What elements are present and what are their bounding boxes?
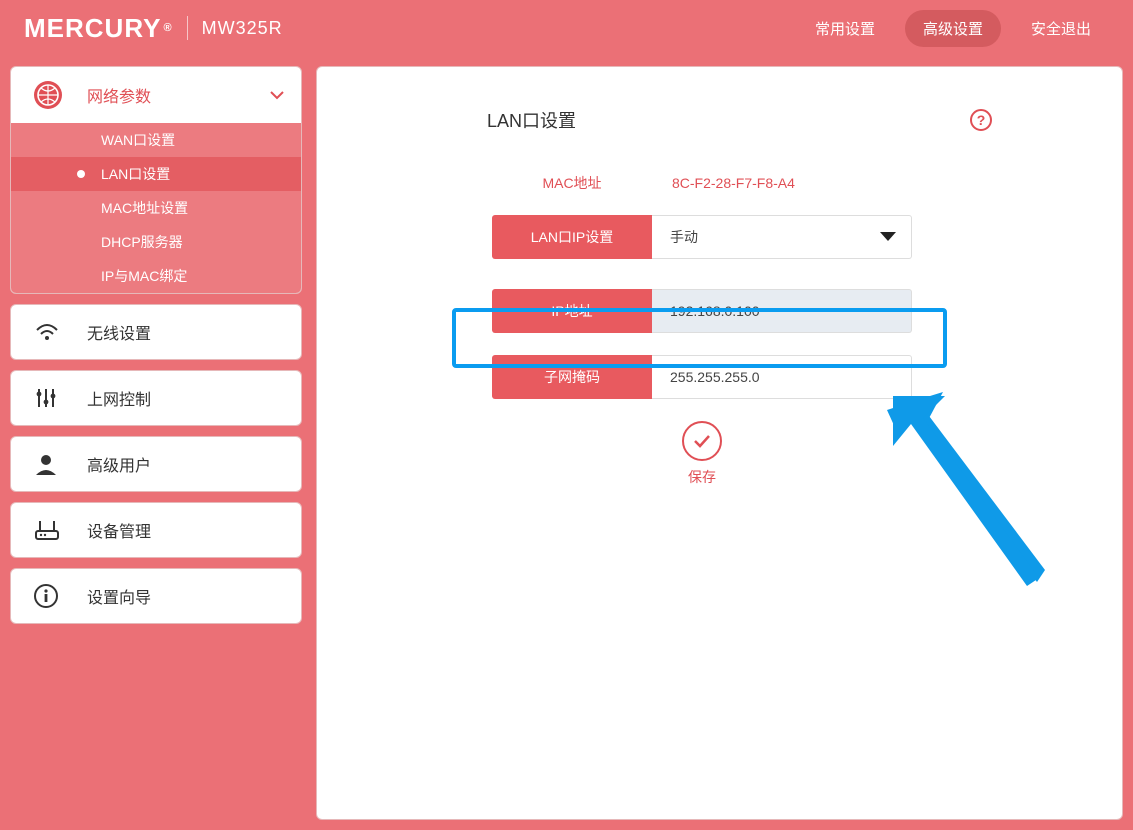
sidebar-sub-wan[interactable]: WAN口设置 (11, 123, 301, 157)
brand-text: MERCURY (24, 13, 161, 44)
save-label: 保存 (492, 467, 912, 487)
sidebar-sub-ipmac[interactable]: IP与MAC绑定 (11, 259, 301, 293)
sidebar-sub-dhcp[interactable]: DHCP服务器 (11, 225, 301, 259)
page-title: LAN口设置 (487, 107, 576, 133)
main-panel: LAN口设置 ? MAC地址 8C-F2-28-F7-F8-A4 LAN口IP设… (316, 66, 1123, 820)
sidebar-item-advanced-user[interactable]: 高级用户 (10, 436, 302, 492)
mac-label: MAC地址 (492, 173, 652, 193)
sidebar-item-wizard[interactable]: 设置向导 (10, 568, 302, 624)
sidebar-item-label: 高级用户 (87, 452, 151, 476)
ip-address-label: IP地址 (492, 289, 652, 333)
wifi-icon (33, 318, 69, 346)
lan-ip-setting-label: LAN口IP设置 (492, 215, 652, 259)
ip-address-field: IP地址 (492, 289, 912, 333)
chevron-down-icon (267, 85, 287, 105)
top-nav: 常用设置 高级设置 安全退出 (797, 10, 1109, 47)
sidebar-section-network: 网络参数 WAN口设置 LAN口设置 MAC地址设置 DHCP服务器 IP与MA… (10, 66, 302, 294)
globe-icon (33, 80, 69, 110)
caret-down-icon (879, 231, 897, 243)
user-icon (33, 451, 69, 477)
brand-logo: MERCURY® (24, 13, 173, 44)
subnet-field: 子网掩码 (492, 355, 912, 399)
subnet-input-wrap (652, 355, 912, 399)
subnet-input[interactable] (670, 369, 893, 385)
header-bar: MERCURY® MW325R 常用设置 高级设置 安全退出 (0, 0, 1133, 56)
subnet-label: 子网掩码 (492, 355, 652, 399)
mac-row: MAC地址 8C-F2-28-F7-F8-A4 (492, 173, 912, 193)
sidebar-sub-mac[interactable]: MAC地址设置 (11, 191, 301, 225)
sidebar-item-device-mgmt[interactable]: 设备管理 (10, 502, 302, 558)
sidebar-item-network[interactable]: 网络参数 (11, 67, 301, 123)
model-text: MW325R (202, 18, 283, 39)
sidebar: 网络参数 WAN口设置 LAN口设置 MAC地址设置 DHCP服务器 IP与MA… (10, 66, 302, 820)
registered-mark: ® (163, 22, 172, 34)
sliders-icon (33, 385, 69, 411)
help-icon[interactable]: ? (970, 109, 992, 131)
sidebar-item-label: 设置向导 (87, 584, 151, 608)
network-submenu: WAN口设置 LAN口设置 MAC地址设置 DHCP服务器 IP与MAC绑定 (11, 123, 301, 293)
router-icon (33, 517, 69, 543)
lan-ip-setting-select[interactable]: 手动 (652, 215, 912, 259)
sidebar-item-label: 上网控制 (87, 386, 151, 410)
ip-address-input-wrap (652, 289, 912, 333)
lan-ip-setting-value: 手动 (670, 227, 698, 247)
nav-advanced-settings[interactable]: 高级设置 (905, 10, 1001, 47)
sidebar-item-label: 网络参数 (87, 83, 267, 107)
sidebar-item-access-control[interactable]: 上网控制 (10, 370, 302, 426)
sidebar-sub-lan[interactable]: LAN口设置 (11, 157, 301, 191)
ip-address-input[interactable] (670, 303, 893, 319)
sidebar-item-label: 设备管理 (87, 518, 151, 542)
lan-ip-setting-field: LAN口IP设置 手动 (492, 215, 912, 259)
save-button[interactable]: 保存 (492, 421, 912, 487)
header-divider (187, 16, 188, 40)
info-icon (33, 583, 69, 609)
nav-common-settings[interactable]: 常用设置 (797, 10, 893, 47)
lan-form: MAC地址 8C-F2-28-F7-F8-A4 LAN口IP设置 手动 IP地址 (492, 173, 912, 487)
sidebar-item-wireless[interactable]: 无线设置 (10, 304, 302, 360)
mac-value: 8C-F2-28-F7-F8-A4 (652, 175, 795, 191)
sidebar-item-label: 无线设置 (87, 320, 151, 344)
annotation-arrow (887, 392, 1057, 592)
nav-logout[interactable]: 安全退出 (1013, 10, 1109, 47)
check-icon (682, 421, 722, 461)
